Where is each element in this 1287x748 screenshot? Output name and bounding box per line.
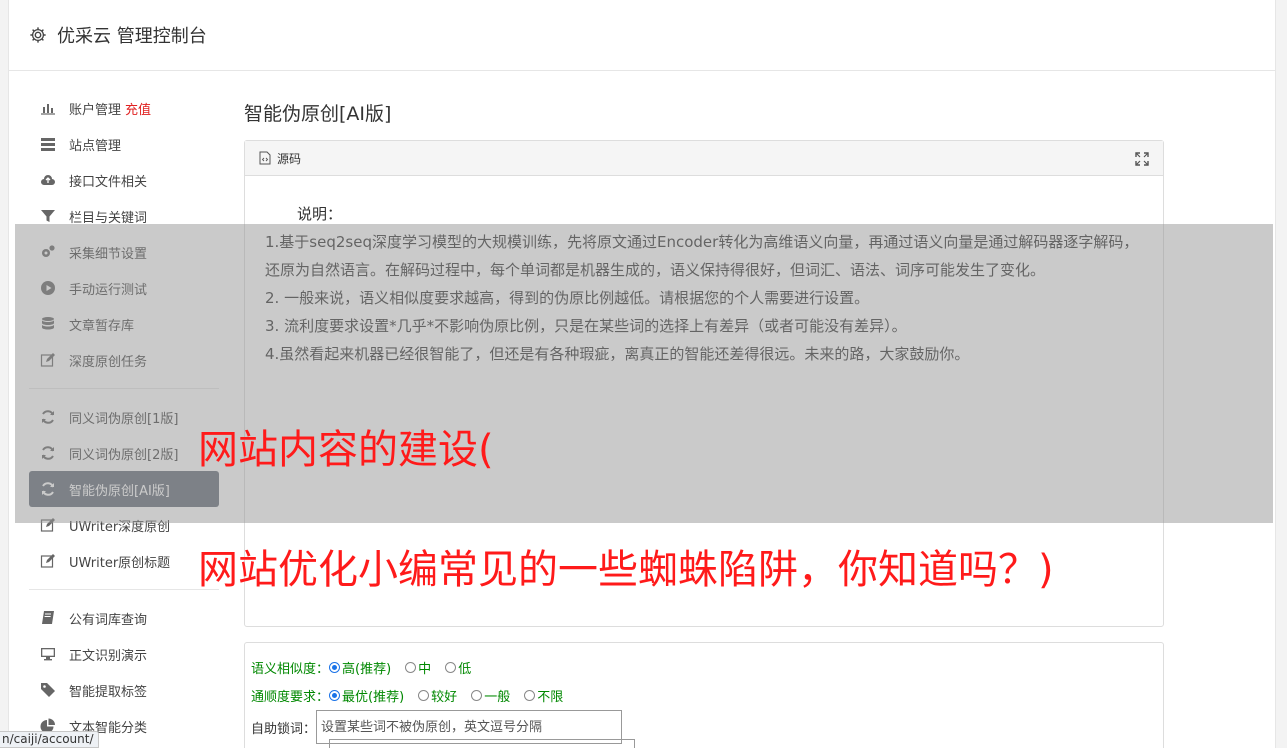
similarity-label: 语义相似度： [251,661,330,677]
sidebar-item[interactable]: 账户管理 充值 [29,90,219,126]
tag-icon [39,681,57,699]
sidebar-item[interactable]: 接口文件相关 [29,162,219,198]
panel-header: 源码 [245,141,1163,176]
fluency-any-radio[interactable]: 不限 [524,686,563,705]
promo-headline-1: 网站内容的建设( [198,427,494,473]
page-title: 智能伪原创[AI版] [244,103,392,125]
sidebar-item[interactable]: 公有词库查询 [29,600,219,636]
sidebar-item-label: 接口文件相关 [69,174,148,190]
sidebar-item-label: 公有词库查询 [69,612,148,628]
nav-divider [29,589,219,590]
server-icon [39,135,57,153]
fluency-good-radio[interactable]: 较好 [418,686,457,705]
status-bar-url: n/caiji/account/ [0,731,99,748]
desktop-icon [39,645,57,663]
fluency-best-radio[interactable]: 最优(推荐) [329,686,404,705]
fullscreen-icon[interactable] [1135,152,1149,166]
sidebar-item[interactable]: 智能提取标签 [29,672,219,708]
sidebar-item-label: 栏目与关键词 [69,210,148,226]
secondary-input[interactable] [329,739,635,748]
sidebar-item[interactable]: UWriter原创标题 [29,543,219,579]
fluency-row: 通顺度要求： 最优(推荐) 较好 一般 不限 [251,681,1163,709]
panel-title: 源码 [277,151,302,166]
cloud-upload-icon [39,171,57,189]
recharge-link[interactable]: 充值 [125,99,151,118]
fluency-normal-radio[interactable]: 一般 [471,686,510,705]
gear-icon [30,27,46,43]
sidebar-item[interactable]: 正文识别演示 [29,636,219,672]
similarity-low-radio[interactable]: 低 [445,658,471,677]
app-title: 优采云 管理控制台 [57,26,207,47]
edit-icon [39,552,57,570]
book-icon [39,609,57,627]
lock-words-label: 自助锁词： [251,721,317,737]
similarity-medium-radio[interactable]: 中 [405,658,431,677]
settings-form: 语义相似度： 高(推荐) 中 低 通顺度要求： 最优(推荐) 较好 一般 不限 … [244,642,1164,748]
similarity-row: 语义相似度： 高(推荐) 中 低 [251,653,1163,681]
sidebar-item-label: 智能提取标签 [69,684,148,700]
gray-overlay [15,224,1273,523]
sidebar-item-label: 正文识别演示 [69,648,148,664]
sidebar-item-label: UWriter原创标题 [69,555,171,571]
top-bar: 优采云 管理控制台 [9,0,1275,71]
filter-icon [39,207,57,225]
sidebar-item[interactable]: 站点管理 [29,126,219,162]
fluency-label: 通顺度要求： [251,689,330,705]
bar-chart-icon [39,99,57,117]
main-content: 智能伪原创[AI版] [244,96,1164,132]
similarity-high-radio[interactable]: 高(推荐) [329,658,391,677]
promo-headline-2: 网站优化小编常见的一些蜘蛛陷阱，你知道吗？) [198,547,1054,593]
sidebar-item-label: 账户管理 [69,102,122,118]
code-file-icon [259,151,271,165]
sidebar-item-label: 站点管理 [69,138,122,154]
